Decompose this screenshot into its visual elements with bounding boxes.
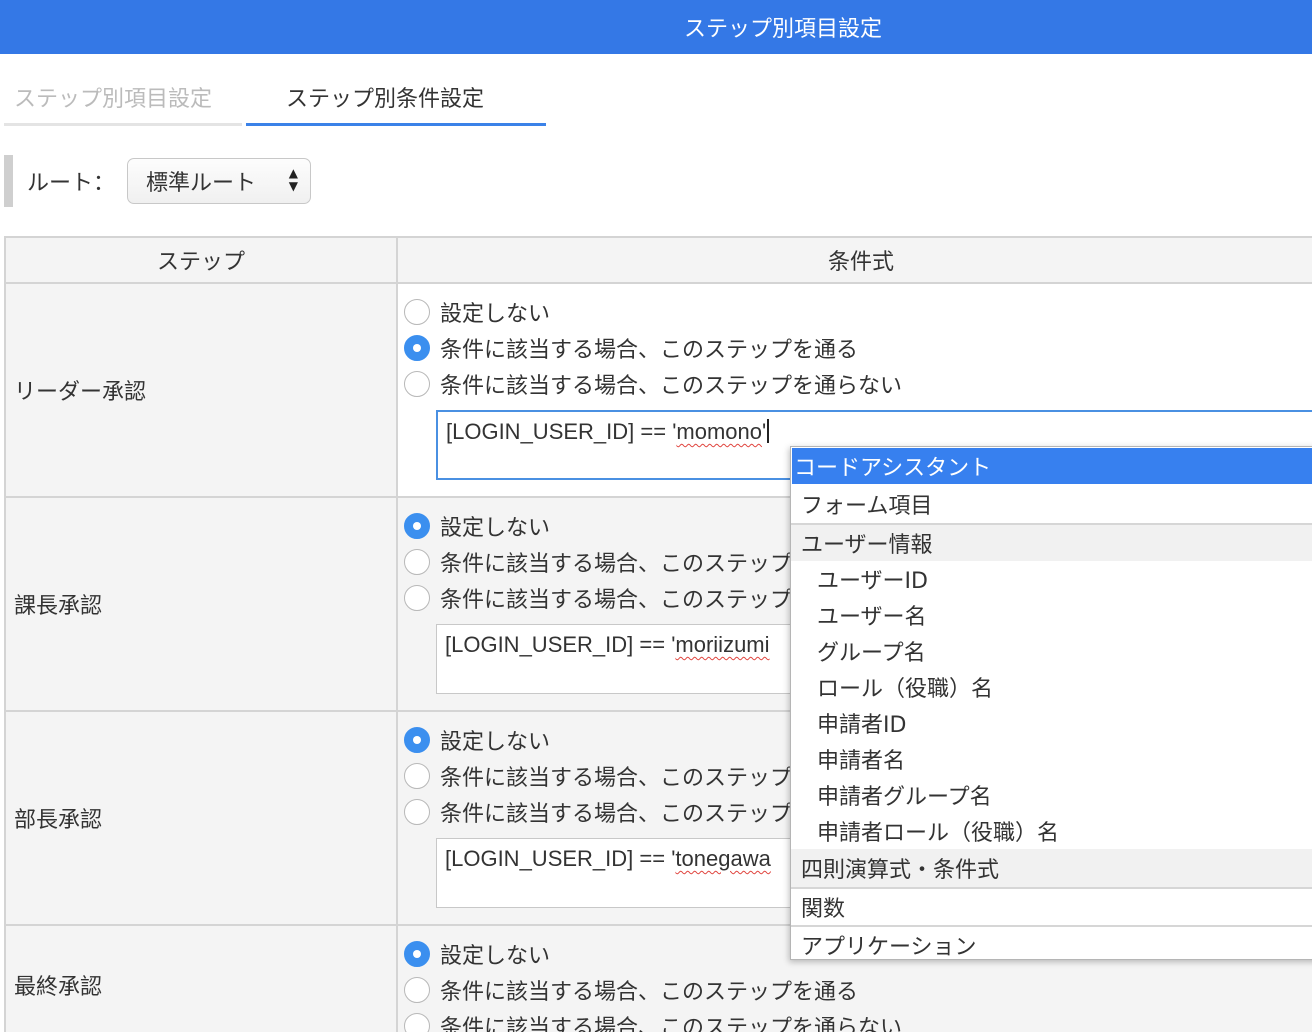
radio-button[interactable] (404, 299, 430, 325)
radio-label: 条件に該当する場合、このステップを通らない (440, 374, 903, 399)
route-row: ルート： 標準ルート ▲ ▼ (4, 155, 312, 207)
radio-button[interactable] (404, 513, 430, 539)
app-title-bar: ステップ別項目設定 (0, 0, 1312, 54)
expression-prefix: [LOGIN_USER_ID] == ' (445, 846, 676, 871)
select-arrows-icon: ▲ ▼ (288, 166, 299, 193)
column-header-expression: 条件式 (396, 236, 1312, 284)
radio-button[interactable] (404, 1013, 430, 1032)
assistant-category-form-fields[interactable]: フォーム項目 (791, 485, 1312, 523)
radio-button[interactable] (404, 763, 430, 789)
assistant-item[interactable]: 申請者名 (791, 741, 1312, 777)
step-name: 課長承認 (4, 496, 398, 712)
tab-bar: ステップ別項目設定 ステップ別条件設定 (4, 70, 546, 126)
expression-value: tonegawa (675, 846, 771, 871)
assistant-category-functions[interactable]: 関数 (791, 887, 1312, 925)
tab-step-fields[interactable]: ステップ別項目設定 (4, 70, 242, 126)
radio-button[interactable] (404, 585, 430, 611)
tab-step-conditions[interactable]: ステップ別条件設定 (246, 70, 546, 126)
radio-label: 設定しない (440, 730, 551, 755)
assistant-category-applications[interactable]: アプリケーション (791, 925, 1312, 963)
assistant-item[interactable]: ユーザーID (791, 561, 1312, 597)
code-assistant-popup: コードアシスタント フォーム項目 ユーザー情報 ユーザーID ユーザー名 グルー… (790, 446, 1312, 960)
radio-button[interactable] (404, 727, 430, 753)
radio-skip[interactable]: 条件に該当する場合、このステップを通らない (404, 1008, 1312, 1032)
assistant-item[interactable]: グループ名 (791, 633, 1312, 669)
radio-label: 条件に該当する場合、このステップを通らない (440, 1016, 903, 1032)
route-select-value: 標準ルート (146, 171, 257, 196)
expression-suffix: ' (762, 419, 767, 444)
code-assistant-title: コードアシスタント (792, 448, 1312, 484)
radio-pass[interactable]: 条件に該当する場合、このステップを通る (404, 972, 1312, 1008)
column-header-step: ステップ (4, 236, 398, 284)
step-name: リーダー承認 (4, 282, 398, 498)
radio-button[interactable] (404, 371, 430, 397)
step-name: 最終承認 (4, 924, 398, 1032)
radio-none[interactable]: 設定しない (404, 294, 1312, 330)
radio-label: 設定しない (440, 302, 551, 327)
radio-button[interactable] (404, 799, 430, 825)
assistant-category-arithmetic[interactable]: 四則演算式・条件式 (791, 849, 1312, 887)
assistant-item[interactable]: 申請者ロール（役職）名 (791, 813, 1312, 849)
radio-skip[interactable]: 条件に該当する場合、このステップを通らない (404, 366, 1312, 402)
radio-label: 設定しない (440, 944, 551, 969)
route-label: ルート： (27, 171, 116, 196)
expression-prefix: [LOGIN_USER_ID] == ' (445, 632, 676, 657)
expression-prefix: [LOGIN_USER_ID] == ' (446, 419, 677, 444)
radio-pass[interactable]: 条件に該当する場合、このステップを通る (404, 330, 1312, 366)
text-caret (767, 419, 770, 443)
page-title: ステップ別項目設定 (683, 17, 882, 42)
radio-label: 条件に該当する場合、このステップを通る (440, 338, 859, 363)
expression-value: moriizumi (675, 632, 770, 657)
radio-button[interactable] (404, 941, 430, 967)
route-select[interactable]: 標準ルート ▲ ▼ (127, 158, 312, 204)
assistant-item[interactable]: ユーザー名 (791, 597, 1312, 633)
step-name: 部長承認 (4, 710, 398, 926)
radio-button[interactable] (404, 549, 430, 575)
radio-button[interactable] (404, 977, 430, 1003)
route-accent-bar (4, 155, 13, 207)
assistant-item[interactable]: ロール（役職）名 (791, 669, 1312, 705)
assistant-item[interactable]: 申請者グループ名 (791, 777, 1312, 813)
radio-label: 条件に該当する場合、このステップを通る (440, 980, 859, 1005)
radio-button[interactable] (404, 335, 430, 361)
assistant-item[interactable]: 申請者ID (791, 705, 1312, 741)
radio-label: 設定しない (440, 516, 551, 541)
assistant-category-user-info[interactable]: ユーザー情報 (791, 523, 1312, 561)
expression-value: momono (676, 419, 762, 444)
